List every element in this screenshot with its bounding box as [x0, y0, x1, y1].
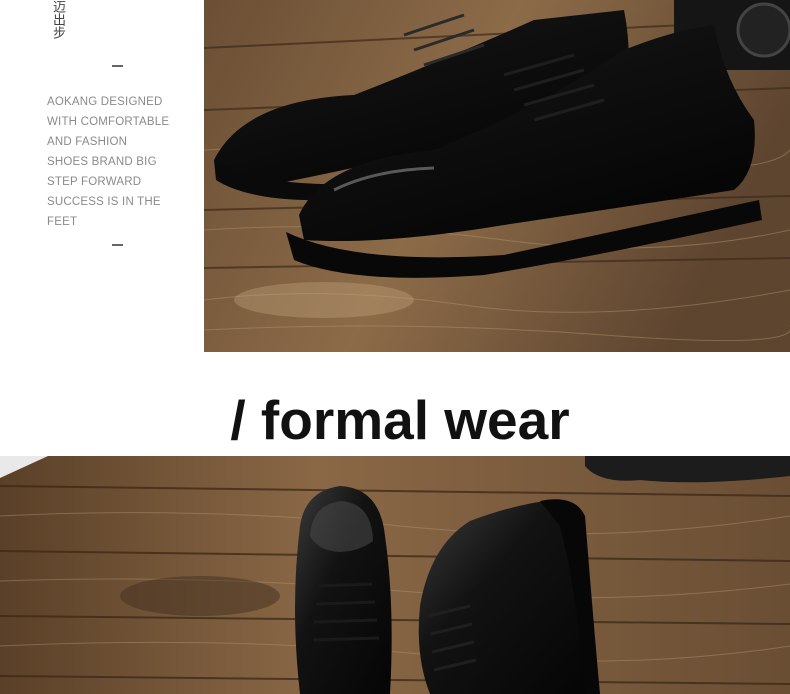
- vertical-label: 迈出步: [50, 0, 65, 39]
- description-line: SUCCESS IS IN THE: [47, 196, 161, 208]
- top-divider: [112, 65, 123, 67]
- product-photo-bottom: [0, 456, 790, 694]
- section-heading: / formal wear: [230, 389, 570, 451]
- product-photo-top: [204, 0, 790, 352]
- description-line: FEET: [47, 216, 78, 228]
- description-line: SHOES BRAND BIG: [47, 156, 157, 168]
- bottom-divider: [112, 244, 123, 246]
- description-text: AOKANG DESIGNED WITH COMFORTABLE AND FAS…: [47, 92, 187, 232]
- side-panel: 迈出步 AOKANG DESIGNED WITH COMFORTABLE AND…: [0, 0, 204, 352]
- description-line: AND FASHION: [47, 136, 128, 148]
- description-line: AOKANG DESIGNED: [47, 96, 163, 108]
- description-line: WITH COMFORTABLE: [47, 116, 170, 128]
- description-line: STEP FORWARD: [47, 176, 142, 188]
